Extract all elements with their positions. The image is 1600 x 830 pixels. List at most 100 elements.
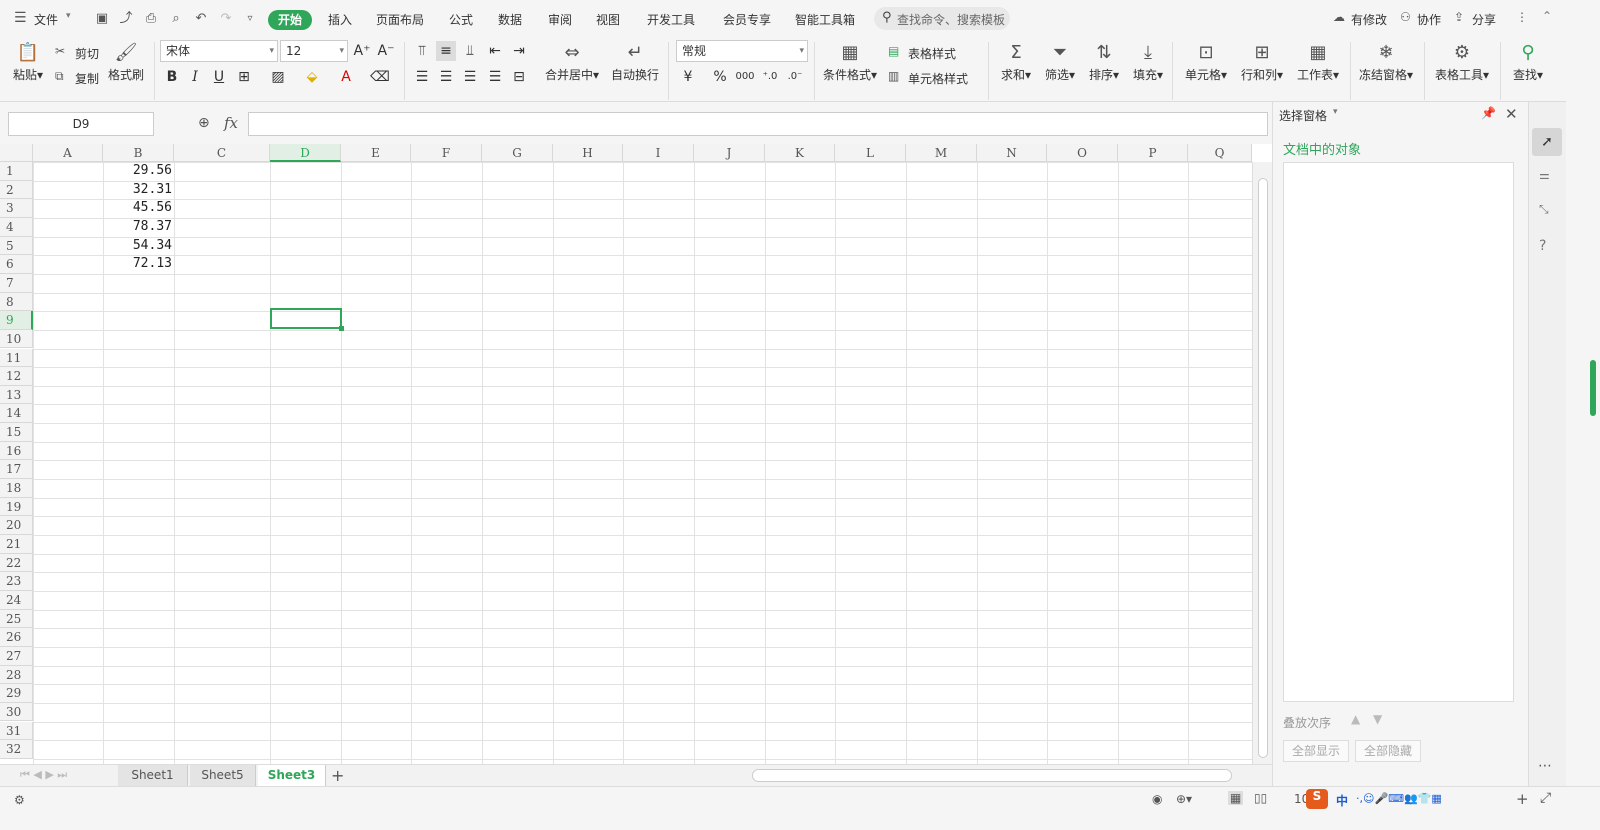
align-bottom-icon[interactable]: ⫫ [460,41,480,61]
move-down-icon[interactable]: ▼ [1373,712,1382,726]
side-scroll-indicator[interactable] [1590,360,1596,416]
rows-cols-button[interactable]: ⊞ 行和列▾ [1238,40,1286,83]
row-header-9[interactable]: 9 [0,311,33,330]
row-header-11[interactable]: 11 [0,348,33,368]
row-header-13[interactable]: 13 [0,385,33,405]
tab-2[interactable]: 页面布局 [372,10,428,30]
fill-color-icon[interactable]: ⬙ [302,67,322,87]
currency-icon[interactable]: ¥ [678,67,698,87]
save-icon[interactable]: ▣ [94,11,110,27]
fill-handle[interactable] [339,326,344,331]
objects-list[interactable] [1283,162,1514,702]
row-header-27[interactable]: 27 [0,646,33,666]
file-menu[interactable]: 文件 [34,11,58,28]
find-button[interactable]: ⚲ 查找▾ [1508,40,1548,83]
border-icon[interactable]: ⊞ [234,67,254,87]
row-header-21[interactable]: 21 [0,535,33,554]
name-box[interactable]: D9 [8,112,154,136]
indent-icon[interactable]: ⇥ [509,41,529,61]
column-header-a[interactable]: A [33,144,103,162]
fullscreen-icon[interactable]: ⤢ [1540,790,1551,806]
pin-icon[interactable]: 📌 [1481,106,1496,120]
merge-center-button[interactable]: ⇔ 合并居中▾ [542,40,602,83]
row-header-16[interactable]: 16 [0,441,33,461]
row-header-29[interactable]: 29 [0,684,33,703]
hide-all-button[interactable]: 全部隐藏 [1355,740,1421,762]
select-all-corner[interactable] [0,144,33,162]
row-header-4[interactable]: 4 [0,217,33,237]
tab-nav-icon[interactable]: ⏮ ◀ ▶ ⏭ [20,768,67,782]
sogou-icon[interactable]: S [1306,789,1328,809]
vertical-scrollbar[interactable] [1252,162,1272,764]
justify-icon[interactable]: ☰ [485,67,505,87]
print-preview-icon[interactable]: ⌕ [168,11,184,27]
copy-button[interactable]: 复制 [75,70,99,87]
help-icon[interactable]: ? [1539,238,1546,254]
row-header-10[interactable]: 10 [0,329,33,349]
cell-b2[interactable]: 32.31 [104,182,172,197]
row-header-19[interactable]: 19 [0,497,33,517]
column-header-n[interactable]: N [977,144,1047,162]
conditional-format-button[interactable]: ▦ 条件格式▾ [820,40,880,83]
cell-b3[interactable]: 45.56 [104,200,172,215]
number-format-select[interactable]: 常规 [676,40,808,62]
input-lang-icon[interactable]: ⊕▾ [1176,792,1192,806]
horizontal-scrollbar[interactable] [752,769,1232,782]
page-view-icon[interactable]: ▯▯ [1254,791,1267,805]
align-middle-icon[interactable]: ≡ [436,41,456,61]
sheet-tab-sheet5[interactable]: Sheet5 [190,765,256,786]
distribute-icon[interactable]: ⊟ [509,67,529,87]
row-header-22[interactable]: 22 [0,553,33,573]
export-icon[interactable]: ⤴ [118,11,134,27]
share-button[interactable]: 分享 [1472,11,1496,28]
selection-pane-title[interactable]: 选择窗格 [1279,107,1327,124]
thousands-icon[interactable]: 000 [735,67,755,87]
tab-9[interactable]: 智能工具箱 [792,10,858,30]
row-header-32[interactable]: 32 [0,740,33,759]
row-header-1[interactable]: 1 [0,162,33,181]
align-left-icon[interactable]: ☰ [412,67,432,87]
tab-1[interactable]: 插入 [324,10,356,30]
align-top-icon[interactable]: ⫪ [412,41,432,61]
bold-icon[interactable]: B [162,67,182,87]
table-style-button[interactable]: 表格样式 [908,45,956,62]
cell-b1[interactable]: 29.56 [104,163,172,178]
row-header-18[interactable]: 18 [0,479,33,498]
transform-icon[interactable]: ⤡ [1539,202,1549,217]
tab-5[interactable]: 审阅 [544,10,576,30]
customize-icon[interactable]: ▿ [242,11,258,27]
add-sheet-icon[interactable]: + [331,766,344,785]
row-header-6[interactable]: 6 [0,255,33,274]
sort-button[interactable]: ⇅ 排序▾ [1086,40,1122,83]
cell-b5[interactable]: 54.34 [104,238,172,253]
column-header-p[interactable]: P [1118,144,1188,162]
redo-icon[interactable]: ↷ [218,11,234,27]
clear-icon[interactable]: ⌫ [370,67,390,87]
cells-button[interactable]: ⊡ 单元格▾ [1182,40,1230,83]
more-icon[interactable]: ⋮ [1516,10,1528,24]
tab-4[interactable]: 数据 [494,10,526,30]
more-options-icon[interactable]: ⋯ [1538,758,1552,774]
sum-button[interactable]: Σ 求和▾ [998,40,1034,83]
column-header-q[interactable]: Q [1188,144,1252,162]
align-center-icon[interactable]: ☰ [436,67,456,87]
cell-b6[interactable]: 72.13 [104,256,172,271]
row-header-2[interactable]: 2 [0,180,33,200]
tab-3[interactable]: 公式 [446,10,476,30]
row-header-24[interactable]: 24 [0,590,33,610]
cell-style-button[interactable]: 单元格样式 [908,70,968,87]
worksheet-button[interactable]: ▦ 工作表▾ [1294,40,1342,83]
tab-6[interactable]: 视图 [592,10,624,30]
font-name-select[interactable]: 宋体 [160,40,278,62]
column-header-d[interactable]: D [270,144,341,162]
column-header-f[interactable]: F [411,144,482,162]
collapse-ribbon-icon[interactable]: ⌃ [1542,9,1552,23]
table-tools-button[interactable]: ⚙ 表格工具▾ [1432,40,1492,83]
percent-icon[interactable]: % [710,67,730,87]
row-header-7[interactable]: 7 [0,273,33,293]
fx-icon[interactable]: fx [224,114,238,132]
collab-button[interactable]: 协作 [1417,11,1441,28]
cut-button[interactable]: 剪切 [75,45,99,62]
row-header-8[interactable]: 8 [0,292,33,312]
column-header-k[interactable]: K [765,144,835,162]
